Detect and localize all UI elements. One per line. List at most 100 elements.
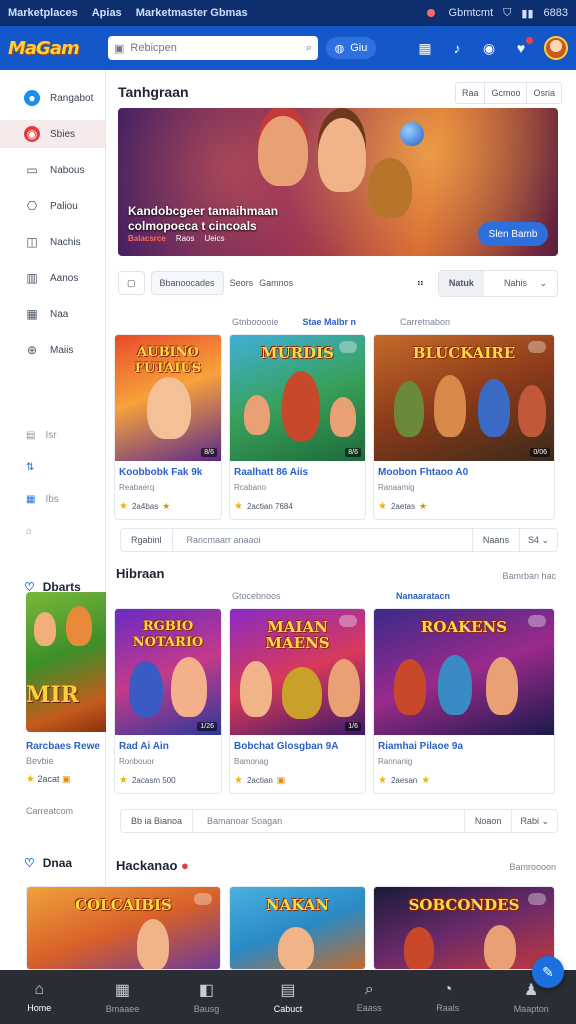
pagination-select[interactable]: S4 ⌄ bbox=[518, 529, 557, 551]
game-art: MAIAN MAENS 1/6 bbox=[230, 609, 365, 735]
game-card[interactable]: BLUCKAIRE 0/06 Moobon Fhtaoo A0 Ranaamig… bbox=[373, 334, 555, 520]
topstrip-notify[interactable]: Gbmtcmt bbox=[449, 7, 494, 19]
app-logo[interactable]: MaGam bbox=[8, 38, 100, 59]
sidebar-mini-3[interactable]: ▦ Ibs bbox=[0, 488, 105, 510]
game-title[interactable]: Rad Ai Ain bbox=[119, 741, 169, 752]
game-art: SOBCONDES bbox=[374, 887, 554, 969]
game-card[interactable]: MURDIS 8/6 Raalhatt 86 Aiis Rcabano ★ 2ac… bbox=[229, 334, 366, 520]
hero-cta-button[interactable]: Slen Bamb bbox=[478, 222, 548, 246]
view-toggle-1[interactable]: Raa bbox=[456, 83, 486, 103]
filter-chip-2[interactable]: Seors bbox=[230, 278, 254, 288]
record-icon[interactable]: ◉ bbox=[480, 39, 498, 57]
game-title[interactable]: Raalhatt 86 Aiis bbox=[234, 467, 308, 478]
sidebar-game-title[interactable]: Rarcbaes Rewe bbox=[26, 741, 106, 752]
character-figure bbox=[34, 612, 56, 646]
filter-chip-1[interactable]: Bbanoocades bbox=[150, 271, 224, 295]
bottom-nav-home[interactable]: ⌂ Home bbox=[27, 981, 51, 1013]
bottom-nav-content[interactable]: ▤ Cabuct bbox=[274, 980, 303, 1014]
bottom-nav-rewards[interactable]: ◔ Raals bbox=[436, 981, 459, 1013]
section-link-3[interactable]: Bamroooon bbox=[509, 862, 556, 872]
sidebar-item-new[interactable]: ▦ Naa bbox=[0, 300, 105, 328]
header-pill-button[interactable]: ◍ Giu bbox=[326, 37, 376, 59]
game-card[interactable]: AUBINO FUTAIUS 8/6 Koobbobk Fak 9k Reaba… bbox=[114, 334, 222, 520]
view-toggle-3[interactable]: Osria bbox=[527, 83, 561, 103]
topstrip-link-3[interactable]: Marketmaster Gbmas bbox=[136, 7, 248, 19]
bottom-nav-store[interactable]: ◧ Bausg bbox=[194, 980, 220, 1014]
filter-chip-3[interactable]: Gamnos bbox=[259, 278, 293, 288]
character-figure bbox=[244, 395, 270, 435]
bottom-nav-browse[interactable]: ▦ Bmaaee bbox=[106, 980, 140, 1014]
game-badge: 8/6 bbox=[345, 448, 361, 457]
game-card[interactable]: MAIAN MAENS 1/6 Bobchat Glosgban 9A Bamo… bbox=[229, 608, 366, 794]
bottom-nav-label: Bmaaee bbox=[105, 1004, 140, 1014]
search-input[interactable]: ▣ Rebicpen ⌕ bbox=[108, 36, 318, 60]
pagination-label[interactable]: Bb ia Bianoa bbox=[121, 810, 194, 832]
home-icon: ● bbox=[24, 90, 40, 106]
game-art: COLCAIBIS bbox=[27, 887, 220, 969]
avatar[interactable] bbox=[544, 36, 568, 60]
bookmark-icon[interactable] bbox=[528, 615, 546, 627]
topstrip-link-1[interactable]: Marketplaces bbox=[8, 7, 78, 19]
sidebar-mini-2[interactable]: ⇅ bbox=[0, 456, 105, 478]
bookmark-icon[interactable] bbox=[528, 341, 546, 353]
topstrip-link-2[interactable]: Apias bbox=[92, 7, 122, 19]
pagination-button[interactable]: Naans bbox=[471, 529, 519, 551]
game-card[interactable]: SOBCONDES bbox=[373, 886, 555, 970]
sidebar-item-label: Maiis bbox=[50, 344, 74, 356]
game-card[interactable]: ROAKENS Riamhai Pilaoe 9a Rannanig ★ 2aes… bbox=[373, 608, 555, 794]
sidebar-mini-4[interactable]: ⌂ bbox=[0, 520, 105, 542]
pagination-button[interactable]: Noaon bbox=[463, 810, 512, 832]
sidebar-item-charts[interactable]: ◫ Nachis bbox=[0, 228, 105, 256]
game-title[interactable]: Riamhai Pilaoe 9a bbox=[378, 741, 463, 752]
view-toggle-2[interactable]: Gcmoo bbox=[485, 83, 528, 103]
game-title[interactable]: Koobbobk Fak 9k bbox=[119, 467, 202, 478]
row-meta-mid[interactable]: Stae Malbr n bbox=[303, 317, 357, 327]
game-card[interactable]: COLCAIBIS bbox=[26, 886, 221, 970]
game-card[interactable]: RGBIO NOTARIO 1/26 Rad Ai Ain Ronbouor ★… bbox=[114, 608, 222, 794]
gift-icon: ▣ bbox=[62, 774, 71, 784]
row-meta-2: Gtocebnoos Nanaaratacn bbox=[120, 591, 450, 601]
section-link[interactable]: Bamrban hac bbox=[502, 571, 556, 581]
gift-icon[interactable]: ♥ bbox=[512, 37, 533, 57]
filter-lock-icon[interactable]: ▢ bbox=[118, 271, 145, 295]
sidebar-item-label: Naa bbox=[50, 308, 69, 320]
search-icon[interactable]: ⌕ bbox=[306, 42, 312, 55]
sidebar-item-home[interactable]: ● Rangabot bbox=[0, 84, 105, 112]
hero-guitar bbox=[368, 158, 412, 218]
row-meta-right[interactable]: Nanaaratacn bbox=[396, 591, 450, 601]
sidebar-item-more[interactable]: ⊕ Maiis bbox=[0, 336, 105, 364]
game-art: BLUCKAIRE 0/06 bbox=[374, 335, 554, 461]
sort-option[interactable]: Nahis ⌄ bbox=[484, 271, 557, 296]
main-content: Tanhgraan Raa Gcmoo Osria Kandobcgeer ta… bbox=[106, 70, 576, 970]
sort-option-active[interactable]: Natuk bbox=[438, 270, 484, 296]
home-icon: ⌂ bbox=[34, 981, 45, 998]
sidebar-item-apps[interactable]: ▥ Aanos bbox=[0, 264, 105, 292]
game-title[interactable]: Moobon Fhtaoo A0 bbox=[378, 467, 468, 478]
character-figure bbox=[171, 657, 207, 717]
store-icon: ◧ bbox=[198, 982, 215, 999]
sidebar-item-library[interactable]: ⎔ Paliou bbox=[0, 192, 105, 220]
bookmark-icon[interactable] bbox=[528, 893, 546, 905]
pagination-label[interactable]: Rgabinl bbox=[121, 529, 173, 551]
sidebar-item-live[interactable]: ◉ Sbies bbox=[0, 120, 105, 148]
sidebar-game-sub: Bevbie bbox=[26, 756, 54, 766]
bookmark-icon[interactable] bbox=[194, 893, 212, 905]
bell-icon[interactable]: ♪ bbox=[448, 39, 466, 57]
sidebar-mini-1[interactable]: ▤ Isr bbox=[0, 424, 105, 446]
hero-banner[interactable]: Kandobcgeer tamaihmaan colmopoeca t cinco… bbox=[118, 108, 558, 256]
grid-icon[interactable]: ▦ bbox=[416, 39, 434, 57]
pagination-info: Bamanoar Soagan bbox=[207, 816, 283, 826]
bottom-nav-search[interactable]: ⌕ Eaass bbox=[357, 981, 382, 1013]
grid-toggle-icon[interactable]: ⠶ bbox=[417, 278, 424, 289]
game-card[interactable]: NAKAN bbox=[229, 886, 366, 970]
row-meta-right[interactable]: Carretnabon bbox=[400, 317, 450, 327]
sidebar-item-news[interactable]: ▭ Nabous bbox=[0, 156, 105, 184]
game-art-title: SOBCONDES bbox=[408, 896, 520, 914]
bookmark-icon[interactable] bbox=[339, 615, 357, 627]
floating-action-button[interactable]: ✎ bbox=[532, 956, 564, 988]
pagination-select[interactable]: Rabi ⌄ bbox=[511, 810, 557, 832]
bookmark-icon[interactable] bbox=[339, 341, 357, 353]
sidebar-game-art[interactable]: MIR bbox=[26, 592, 106, 732]
game-title[interactable]: Bobchat Glosgban 9A bbox=[234, 741, 338, 752]
game-rating: 2actian 7684 bbox=[246, 502, 293, 511]
